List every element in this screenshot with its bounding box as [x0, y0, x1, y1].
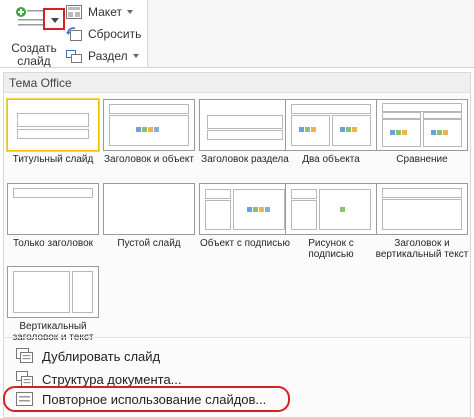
- layout-thumbnail: [376, 183, 468, 235]
- reset-button[interactable]: Сбросить: [66, 24, 141, 43]
- document-outline-label: Структура документа...: [42, 371, 182, 387]
- layout-label: Только заголовок: [12, 238, 94, 249]
- reuse-slides-highlight: [3, 386, 290, 412]
- title-placeholder: [382, 188, 462, 198]
- layout-icon: [66, 4, 82, 19]
- vertical-text-placeholder: [382, 199, 462, 230]
- right-header-placeholder: [423, 112, 462, 119]
- ribbon: Создать слайд Макет Сбросить Раздел: [0, 0, 474, 68]
- layout-thumbnail: [199, 183, 291, 235]
- vertical-text-placeholder: [13, 271, 70, 313]
- layout-thumbnail: [285, 183, 377, 235]
- layout-thumbnail: [285, 99, 377, 151]
- chevron-down-icon: [51, 18, 59, 23]
- layout-label: Титульный слайд: [12, 154, 94, 165]
- layout-thumbnail: [103, 99, 195, 151]
- layout-thumbnail: [7, 99, 99, 151]
- title-placeholder: [109, 104, 189, 114]
- content-icons: [136, 126, 160, 133]
- layout-label: Сравнение: [396, 154, 448, 165]
- new-slide-dropdown-arrow[interactable]: [43, 8, 65, 30]
- title-placeholder: [17, 113, 89, 127]
- new-slide-icon: [16, 7, 43, 26]
- gallery-header-title: Тема Office: [9, 76, 72, 90]
- picture-placeholder: [319, 189, 371, 230]
- gallery-header: Тема Office: [4, 73, 470, 93]
- section-button[interactable]: Раздел: [66, 46, 139, 65]
- duplicate-slide-label: Дублировать слайд: [42, 348, 161, 364]
- title-placeholder: [207, 115, 283, 129]
- content-placeholder: [109, 115, 189, 146]
- title-placeholder: [13, 188, 93, 198]
- layout-label: Заголовок и объект: [104, 154, 194, 165]
- vertical-title-placeholder: [72, 271, 93, 313]
- caption-placeholder: [205, 200, 231, 230]
- menu-separator: [3, 337, 471, 338]
- text-placeholder: [207, 130, 283, 140]
- outline-icon: [16, 371, 33, 387]
- caption-placeholder: [291, 200, 317, 230]
- duplicate-slide-icon: [16, 348, 33, 363]
- new-slide-label: Создать слайд: [6, 42, 62, 68]
- layout-thumbnail: [376, 99, 468, 151]
- reset-icon: [66, 26, 82, 41]
- title-placeholder: [291, 104, 371, 114]
- ribbon-group-divider: [147, 0, 148, 68]
- reset-label: Сбросить: [88, 26, 142, 41]
- title-placeholder: [291, 189, 317, 199]
- layout-thumbnail: [199, 99, 291, 151]
- layout-label: Два объекта: [302, 154, 360, 165]
- left-header-placeholder: [382, 112, 421, 119]
- layout-label: Вертикальный заголовок и текст: [13, 321, 94, 343]
- layout-label: Пустой слайд: [117, 238, 181, 249]
- right-content-placeholder: [423, 119, 462, 147]
- layout-thumbnail: [7, 266, 99, 318]
- subtitle-placeholder: [17, 129, 89, 139]
- layout-label: Макет: [88, 4, 122, 19]
- chevron-down-icon: [126, 9, 133, 14]
- section-label: Раздел: [88, 48, 128, 63]
- layout-button[interactable]: Макет: [66, 2, 133, 21]
- new-slide-button[interactable]: Создать слайд: [6, 2, 65, 68]
- left-content-placeholder: [382, 119, 421, 147]
- layout-thumbnail: [7, 183, 99, 235]
- section-icon: [66, 49, 82, 63]
- layout-label: Заголовок и вертикальный текст: [375, 238, 469, 260]
- content-placeholder: [233, 189, 285, 230]
- ribbon-bottom-border: [0, 67, 474, 68]
- layout-label: Рисунок с подписью: [308, 238, 354, 260]
- right-content-placeholder: [332, 115, 371, 146]
- duplicate-slide-command[interactable]: Дублировать слайд: [16, 345, 160, 367]
- ribbon-right-area: [148, 0, 474, 68]
- title-placeholder: [205, 189, 231, 199]
- layout-thumbnail: [103, 183, 195, 235]
- title-placeholder: [382, 103, 462, 112]
- chevron-down-icon: [132, 53, 139, 58]
- left-content-placeholder: [291, 115, 330, 146]
